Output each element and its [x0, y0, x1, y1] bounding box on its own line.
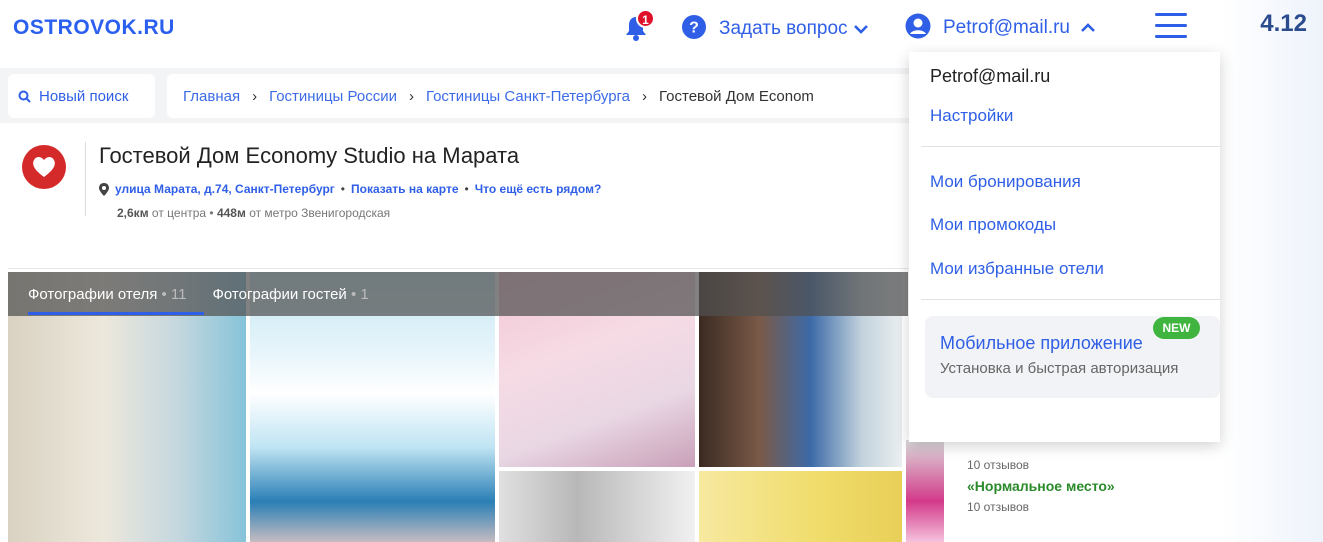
breadcrumb-russia[interactable]: Гостиницы России — [269, 88, 397, 105]
active-tab-indicator — [28, 312, 204, 315]
page: 4.12 OSTROVOK.RU 1 ? Задать вопрос Petro… — [0, 0, 1323, 542]
tab-hotel-photos-label: Фотографии отеля — [28, 285, 158, 303]
hotel-photos-count: 11 — [170, 285, 187, 303]
ask-question-button[interactable]: Задать вопрос — [719, 18, 868, 40]
chevron-up-icon — [1081, 23, 1095, 32]
menu-item-promocodes[interactable]: Мои промокоды — [930, 215, 1056, 235]
location-pin-icon — [99, 182, 109, 196]
separator-dot: • — [464, 182, 469, 196]
menu-divider — [921, 146, 1220, 147]
hamburger-menu-icon[interactable] — [1155, 13, 1187, 39]
favorite-heart-icon[interactable] — [22, 145, 66, 189]
page-number: 4.12 — [1260, 10, 1307, 37]
menu-item-settings[interactable]: Настройки — [930, 106, 1013, 126]
distance-metro-label: от метро Звенигородская — [249, 206, 391, 220]
svg-text:?: ? — [689, 20, 699, 37]
menu-divider — [921, 299, 1220, 300]
hotel-address-line: улица Марата, д.74, Санкт-Петербург • По… — [99, 182, 601, 196]
new-badge: NEW — [1153, 317, 1200, 339]
tab-guest-photos[interactable]: Фотографии гостей • 1 — [213, 286, 369, 303]
hotel-title: Гостевой Дом Economy Studio на Марата — [99, 143, 520, 168]
new-search-button[interactable]: Новый поиск — [8, 74, 155, 118]
notification-badge: 1 — [636, 9, 655, 28]
menu-item-favorites[interactable]: Мои избранные отели — [930, 259, 1104, 279]
show-on-map-link[interactable]: Показать на карте — [351, 182, 459, 196]
hotel-photo[interactable] — [906, 440, 944, 542]
user-email-label: Petrof@mail.ru — [943, 17, 1070, 38]
hotel-address[interactable]: улица Марата, д.74, Санкт-Петербург — [115, 182, 335, 196]
review-count: 10 отзывов — [967, 458, 1030, 472]
mobile-app-subtitle: Установка и быстрая авторизация — [940, 360, 1179, 377]
separator-dot: • — [209, 206, 217, 220]
new-search-label: Новый поиск — [39, 87, 129, 105]
mobile-app-title: Мобильное приложение — [940, 333, 1143, 353]
guest-photos-count: 1 — [360, 285, 369, 303]
header-divider — [85, 142, 86, 216]
mobile-app-card[interactable]: Мобильное приложение NEW Установка и быс… — [925, 316, 1220, 398]
breadcrumb-separator: › — [642, 87, 648, 105]
tab-hotel-photos[interactable]: Фотографии отеля • 11 — [28, 286, 187, 303]
tab-guest-photos-label: Фотографии гостей — [212, 285, 347, 303]
review-title[interactable]: «Нормальное место» — [967, 478, 1115, 494]
hotel-photo[interactable] — [699, 471, 902, 542]
separator-dot: • — [340, 182, 345, 196]
help-icon[interactable]: ? — [681, 14, 707, 40]
breadcrumb-current: Гостевой Дом Econom — [659, 87, 814, 105]
hotel-distances: 2,6км от центра • 448м от метро Звенигор… — [117, 206, 390, 220]
breadcrumb: Главная › Гостиницы России › Гостиницы С… — [167, 74, 947, 118]
user-menu-toggle[interactable]: Petrof@mail.ru — [943, 17, 1096, 39]
breadcrumb-home[interactable]: Главная — [183, 88, 240, 105]
menu-item-bookings[interactable]: Мои бронирования — [930, 172, 1081, 192]
page-side-band — [1220, 0, 1323, 542]
distance-center-value: 2,6км — [117, 206, 149, 220]
photo-tabs: Фотографии отеля • 11 Фотографии гостей … — [8, 272, 908, 316]
section-divider — [8, 268, 908, 269]
site-logo[interactable]: OSTROVOK.RU — [13, 16, 175, 40]
breadcrumb-spb[interactable]: Гостиницы Санкт-Петербурга — [426, 88, 630, 105]
nearby-link[interactable]: Что ещё есть рядом? — [475, 182, 602, 196]
chevron-down-icon — [853, 25, 868, 34]
distance-metro-value: 448м — [216, 206, 246, 220]
distance-center-label: от центра — [151, 206, 207, 220]
review-count: 10 отзывов — [967, 500, 1030, 514]
breadcrumb-separator: › — [252, 87, 258, 105]
user-avatar-icon[interactable] — [905, 13, 931, 39]
breadcrumb-separator: › — [408, 87, 414, 105]
search-icon — [18, 90, 31, 103]
user-dropdown-menu: Petrof@mail.ru Настройки Мои бронировани… — [909, 52, 1220, 442]
ask-question-label: Задать вопрос — [719, 18, 848, 39]
menu-user-email: Petrof@mail.ru — [930, 66, 1051, 86]
hotel-photo[interactable] — [499, 471, 695, 542]
